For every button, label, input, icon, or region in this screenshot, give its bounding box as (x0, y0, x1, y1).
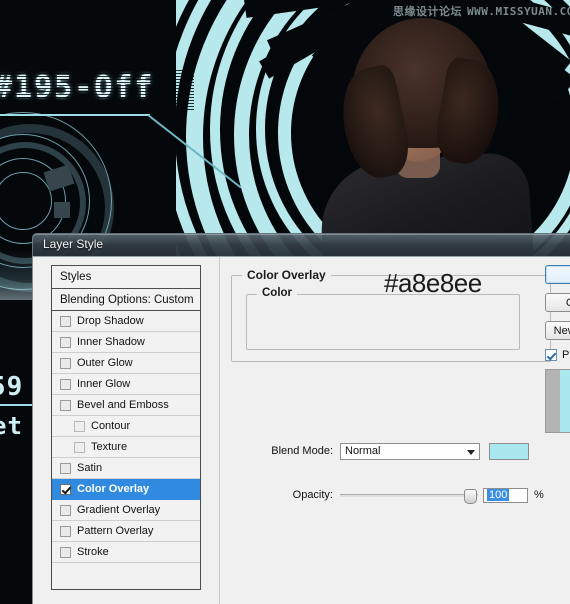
style-list-item[interactable]: Styles (52, 266, 200, 289)
style-list-item[interactable]: Stroke (52, 542, 200, 563)
screenshot-root: #195-Off 思缘设计论坛 WWW.MISSYUAN.COM 59 et La… (0, 0, 570, 604)
style-list-item[interactable]: Inner Glow (52, 374, 200, 395)
hud-connector-line (0, 114, 150, 116)
preview-thumbnail (545, 369, 570, 433)
checkbox-icon[interactable] (60, 378, 71, 390)
style-list-item-label: Outer Glow (77, 357, 133, 369)
watermark: 思缘设计论坛 WWW.MISSYUAN.COM (393, 3, 570, 19)
style-list-item-label: Satin (77, 462, 103, 474)
checkbox-icon[interactable] (60, 483, 71, 495)
style-list-item[interactable]: Pattern Overlay (52, 521, 200, 542)
style-list-item[interactable]: Gradient Overlay (52, 500, 200, 521)
watermark-url-text: WWW.MISSYUAN.COM (467, 5, 570, 18)
preview-label: Preview (562, 349, 570, 361)
style-list-item-label: Blending Options: Custom (60, 293, 194, 306)
style-list-item[interactable]: Blending Options: Custom (52, 289, 200, 311)
dialog-button-column: OK Cancel New Style... Preview (545, 265, 570, 433)
style-list-item-label: Inner Shadow (77, 336, 145, 348)
style-list-item-label: Pattern Overlay (77, 525, 154, 537)
checkbox-icon[interactable] (545, 349, 557, 361)
cancel-button[interactable]: Cancel (545, 293, 570, 312)
style-list-item[interactable]: Bevel and Emboss (52, 395, 200, 416)
preview-thumbnail-color (560, 370, 570, 432)
checkbox-icon[interactable] (60, 357, 71, 369)
style-list-item[interactable]: Outer Glow (52, 353, 200, 374)
dialog-body: Styles Blending Options: Custom Drop Shado… (32, 256, 570, 604)
style-list-item[interactable]: Satin (52, 458, 200, 479)
layer-style-dialog: Layer Style Styles Blending Options: Cust… (32, 233, 570, 604)
opacity-input[interactable]: 100 (483, 487, 528, 503)
style-list-item[interactable]: Inner Shadow (52, 332, 200, 353)
style-list-item-label: Drop Shadow (77, 315, 144, 327)
style-list-item-label: Inner Glow (77, 378, 131, 390)
preview-checkbox-row[interactable]: Preview (545, 349, 570, 361)
color-group-title: Color (257, 287, 298, 299)
hud-block (54, 202, 70, 218)
style-list-item-label: Styles (60, 271, 92, 283)
style-list-item-label: Color Overlay (77, 483, 150, 495)
checkbox-icon[interactable] (60, 315, 71, 327)
opacity-unit: % (534, 489, 544, 501)
checkbox-icon[interactable] (60, 336, 71, 348)
checkbox-icon[interactable] (60, 504, 71, 516)
opacity-slider[interactable] (340, 488, 478, 504)
new-style-button[interactable]: New Style... (545, 321, 570, 340)
opacity-slider-track (340, 494, 478, 497)
style-list-item[interactable]: Contour (52, 416, 200, 437)
checkbox-icon[interactable] (74, 441, 85, 453)
dialog-vertical-divider (219, 257, 220, 604)
ok-button[interactable]: OK (545, 265, 570, 284)
checkbox-icon[interactable] (60, 399, 71, 411)
checkbox-icon[interactable] (60, 525, 71, 537)
color-group: Color Blend Mode: Normal Opacity: 100 % (246, 287, 544, 504)
dialog-title: Layer Style (43, 237, 104, 251)
opacity-slider-thumb[interactable] (464, 489, 477, 504)
style-list-item-label: Gradient Overlay (77, 504, 161, 516)
styles-list[interactable]: Styles Blending Options: Custom Drop Shado… (51, 265, 201, 590)
opacity-row: Opacity: 100 % (257, 331, 570, 604)
dialog-titlebar[interactable]: Layer Style (32, 233, 570, 256)
style-list-item-label: Contour (91, 420, 131, 432)
opacity-label: Opacity: (292, 489, 333, 501)
style-list-item-label: Texture (91, 441, 128, 453)
checkbox-icon[interactable] (60, 546, 71, 558)
style-list-item-label: Bevel and Emboss (77, 399, 169, 411)
hex-annotation: #a8e8ee (384, 268, 482, 298)
style-list-item-label: Stroke (77, 546, 109, 558)
side-label-upper: 59 (0, 372, 24, 402)
hud-label-text: #195-Off (0, 70, 155, 105)
watermark-cn-text: 思缘设计论坛 (393, 5, 462, 18)
style-list-item[interactable]: Color Overlay (52, 479, 200, 500)
style-list-filler (52, 563, 200, 584)
style-list-item[interactable]: Texture (52, 437, 200, 458)
color-overlay-title: Color Overlay (242, 268, 331, 282)
checkbox-icon[interactable] (60, 462, 71, 474)
side-label-lower: et (0, 412, 23, 440)
style-list-item[interactable]: Drop Shadow (52, 311, 200, 332)
checkbox-icon[interactable] (74, 420, 85, 432)
opacity-value: 100 (487, 489, 510, 501)
